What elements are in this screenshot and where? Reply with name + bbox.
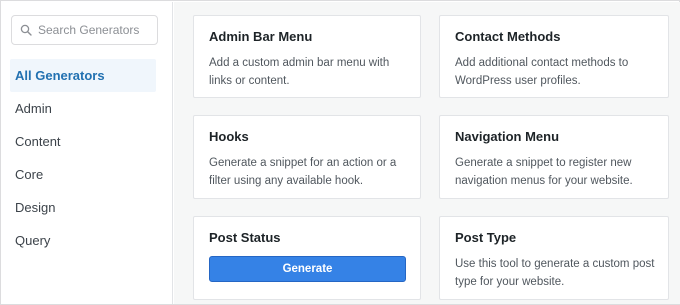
- category-nav: All Generators Admin Content Core Design…: [2, 59, 156, 257]
- card-title: Contact Methods: [455, 29, 561, 44]
- sidebar-item-query[interactable]: Query: [2, 224, 156, 257]
- sidebar-item-core[interactable]: Core: [2, 158, 156, 191]
- sidebar-item-content[interactable]: Content: [2, 125, 156, 158]
- generate-button[interactable]: Generate: [209, 256, 406, 282]
- search-icon: [20, 24, 32, 36]
- generator-card-post-status[interactable]: Post Status Generate: [193, 216, 421, 300]
- generator-card-contact-methods[interactable]: Contact Methods Add additional contact m…: [439, 15, 669, 98]
- card-title: Post Type: [455, 230, 517, 245]
- generator-card-admin-bar-menu[interactable]: Admin Bar Menu Add a custom admin bar me…: [193, 15, 421, 98]
- search-box[interactable]: [11, 15, 158, 45]
- sidebar: All Generators Admin Content Core Design…: [2, 2, 173, 304]
- card-description: Add additional contact methods to WordPr…: [455, 57, 629, 87]
- generator-card-navigation-menu[interactable]: Navigation Menu Generate a snippet to re…: [439, 115, 669, 199]
- card-title: Post Status: [209, 230, 281, 245]
- generator-card-hooks[interactable]: Hooks Generate a snippet for an action o…: [193, 115, 421, 199]
- sidebar-item-admin[interactable]: Admin: [2, 92, 156, 125]
- sidebar-item-all-generators[interactable]: All Generators: [10, 59, 156, 92]
- generators-panel: All Generators Admin Content Core Design…: [0, 0, 680, 305]
- sidebar-item-design[interactable]: Design: [2, 191, 156, 224]
- card-title: Admin Bar Menu: [209, 29, 313, 44]
- card-description: Generate a snippet to register new navig…: [455, 157, 633, 187]
- card-title: Hooks: [209, 129, 249, 144]
- card-description: Add a custom admin bar menu with links o…: [209, 57, 390, 87]
- generators-grid: Admin Bar Menu Add a custom admin bar me…: [174, 2, 680, 304]
- card-description: Use this tool to generate a custom post …: [455, 258, 655, 288]
- card-title: Navigation Menu: [455, 129, 560, 144]
- generator-card-post-type[interactable]: Post Type Use this tool to generate a cu…: [439, 216, 669, 300]
- card-description: Generate a snippet for an action or a fi…: [209, 157, 397, 187]
- search-input[interactable]: [38, 23, 150, 37]
